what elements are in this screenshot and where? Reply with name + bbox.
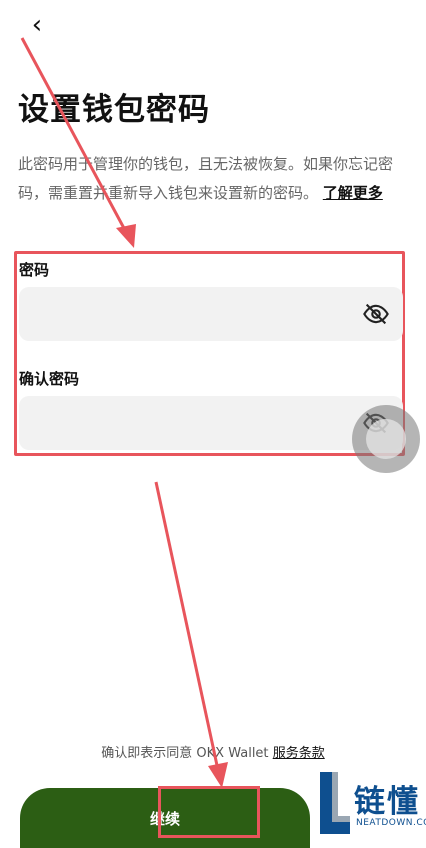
terms-agreement: 确认即表示同意 OKX Wallet 服务条款 bbox=[0, 742, 426, 761]
learn-more-link[interactable]: 了解更多 bbox=[323, 184, 383, 202]
description: 此密码用于管理你的钱包，且无法被恢复。如果你忘记密码，需重置并重新导入钱包来设置… bbox=[18, 150, 404, 208]
logo-brand: 链懂 bbox=[354, 784, 420, 820]
continue-button[interactable]: 继续 bbox=[20, 788, 310, 848]
watermark-logo: 链懂 NEATDOWN.COM bbox=[318, 768, 426, 838]
arrow-line-bottom bbox=[154, 481, 220, 771]
password-label: 密码 bbox=[19, 261, 50, 279]
logo-l-mark bbox=[320, 772, 350, 834]
arrow-head-bottom bbox=[208, 762, 228, 788]
confirm-password-field[interactable] bbox=[19, 396, 403, 450]
continue-label: 继续 bbox=[149, 809, 180, 828]
password-field[interactable] bbox=[19, 287, 403, 341]
arrow-head-top bbox=[116, 224, 136, 248]
touch-indicator bbox=[352, 405, 420, 473]
agree-text: 确认即表示同意 OKX Wallet bbox=[101, 746, 269, 761]
back-button[interactable]: ‹ bbox=[22, 10, 52, 40]
terms-link[interactable]: 服务条款 bbox=[273, 746, 325, 761]
logo-domain: NEATDOWN.COM bbox=[356, 818, 426, 828]
eye-off-icon[interactable] bbox=[362, 300, 390, 328]
page-title: 设置钱包密码 bbox=[18, 92, 210, 128]
confirm-password-label: 确认密码 bbox=[19, 370, 80, 388]
chevron-left-icon: ‹ bbox=[31, 10, 43, 40]
